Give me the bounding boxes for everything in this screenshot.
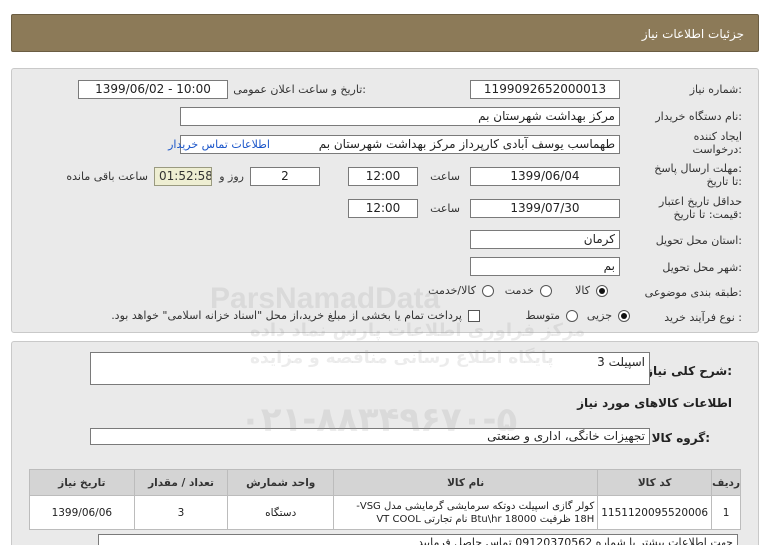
- treasury-payment-checkbox[interactable]: [468, 310, 480, 322]
- city-label: شهر محل تحویل:: [662, 261, 742, 274]
- col-date: تاریخ نیاز: [29, 469, 135, 496]
- process-label: نوع فرآیند خرید :: [664, 311, 742, 324]
- validity-date-field: 1399/07/30: [470, 199, 620, 218]
- validity-time-field: 12:00: [348, 199, 418, 218]
- col-qty: تعداد / مقدار: [133, 469, 229, 496]
- cell-unit: دستگاه: [227, 495, 335, 530]
- cell-date: 1399/06/06: [29, 495, 135, 530]
- cell-code: 1151120095520006: [597, 495, 713, 530]
- category-radio-goods-service[interactable]: [482, 285, 494, 297]
- remaining-timer: 01:52:58: [154, 167, 212, 186]
- cell-row: 1: [711, 495, 741, 530]
- need-number-label: شماره نیاز:: [689, 83, 742, 96]
- goods-panel: شرح کلی نیاز: اسپیلت 3 اطلاعات کالاهای م…: [11, 341, 759, 545]
- treasury-payment-note: پرداخت تمام یا بخشی از مبلغ خرید،از محل …: [111, 309, 462, 322]
- goods-section-title: اطلاعات کالاهای مورد نیاز: [577, 396, 732, 410]
- goods-group-label: گروه کالا:: [651, 431, 710, 445]
- goods-group-field: تجهیزات خانگی، اداری و صنعتی: [90, 428, 650, 445]
- validity-time-label: ساعت: [430, 202, 460, 215]
- cell-qty: 3: [133, 495, 229, 530]
- announce-label: تاریخ و ساعت اعلان عمومی:: [233, 83, 366, 96]
- days-label: روز و: [219, 170, 244, 183]
- process-radio-minor[interactable]: [618, 310, 630, 322]
- city-field: بم: [470, 257, 620, 276]
- need-number-field: 1199092652000013: [470, 80, 620, 99]
- category-option-service: خدمت: [504, 284, 534, 297]
- page-header: جزئیات اطلاعات نیاز: [11, 14, 759, 52]
- table-row[interactable]: 1 1151120095520006 کولر گازی اسپیلت دوتک…: [29, 495, 741, 530]
- col-unit: واحد شمارش: [227, 469, 335, 496]
- process-option-medium: متوسط: [525, 309, 560, 322]
- goods-table: ردیف کد کالا نام کالا واحد شمارش تعداد /…: [29, 469, 741, 530]
- deadline-label: مهلت ارسال پاسخ: تا تاریخ:: [654, 162, 742, 188]
- process-radio-medium[interactable]: [566, 310, 578, 322]
- cell-name: کولر گازی اسپیلت دوتکه سرمایشی گرمایشی م…: [333, 495, 599, 530]
- category-option-goods: کالا: [575, 284, 590, 297]
- category-radio-service[interactable]: [540, 285, 552, 297]
- process-option-minor: جزیی: [586, 309, 612, 322]
- col-name: نام کالا: [333, 469, 599, 496]
- deadline-time-label: ساعت: [430, 170, 460, 183]
- deadline-date-field: 1399/06/04: [470, 167, 620, 186]
- province-label: استان محل تحویل:: [655, 234, 742, 247]
- buyer-label: نام دستگاه خریدار:: [655, 110, 742, 123]
- creator-label: ایجاد کننده درخواست:: [692, 130, 743, 156]
- need-info-panel: شماره نیاز: 1199092652000013 تاریخ و ساع…: [11, 68, 759, 333]
- col-code: کد کالا: [597, 469, 713, 496]
- buyer-field: مرکز بهداشت شهرستان بم: [180, 107, 620, 126]
- buyer-contact-link[interactable]: اطلاعات تماس خریدار: [168, 138, 270, 151]
- category-option-goods-service: کالا/خدمت: [428, 284, 476, 297]
- validity-label: حداقل تاریخ اعتبار قیمت: تا تاریخ:: [658, 195, 742, 221]
- summary-label: شرح کلی نیاز:: [646, 364, 732, 378]
- summary-field: اسپیلت 3: [90, 352, 650, 385]
- days-field: 2: [250, 167, 320, 186]
- remaining-label: ساعت باقی مانده: [66, 170, 148, 183]
- col-row: ردیف: [711, 469, 741, 496]
- page-title: جزئیات اطلاعات نیاز: [641, 27, 744, 41]
- category-radio-goods[interactable]: [596, 285, 608, 297]
- category-label: طبقه بندی موضوعی:: [644, 286, 742, 299]
- deadline-time-field: 12:00: [348, 167, 418, 186]
- extra-notes-field: جهت اطلاعات بیشتر با شماره 09120370562 ت…: [98, 534, 738, 545]
- goods-table-header: ردیف کد کالا نام کالا واحد شمارش تعداد /…: [29, 469, 741, 496]
- province-field: کرمان: [470, 230, 620, 249]
- announce-datetime-field: 1399/06/02 - 10:00: [78, 80, 228, 99]
